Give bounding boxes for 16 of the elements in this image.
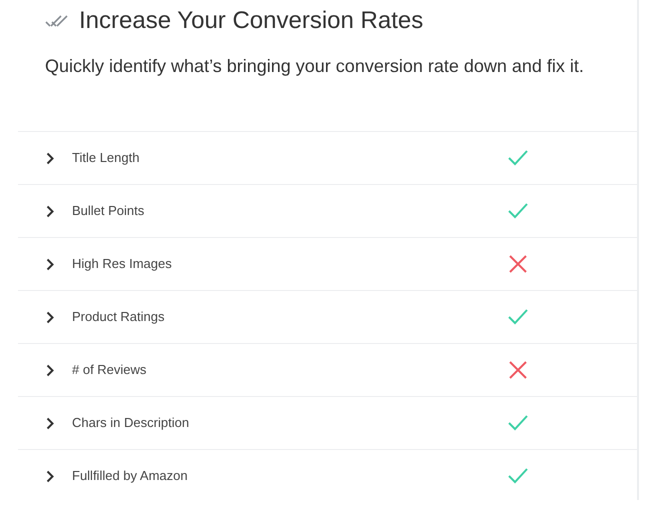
page-title: Increase Your Conversion Rates (79, 6, 424, 36)
chevron-icon[interactable] (46, 364, 54, 376)
chevron-icon[interactable] (46, 204, 54, 218)
chevron-icon[interactable] (46, 258, 54, 270)
chevron-icon[interactable] (46, 152, 54, 164)
check-label: Product Ratings (72, 308, 166, 326)
chevron-icon[interactable] (46, 310, 54, 324)
chevron-icon[interactable] (46, 416, 54, 430)
check-label: Bullet Points (72, 202, 146, 220)
check-label: High Res Images (72, 255, 173, 274)
chevron-icon[interactable] (46, 470, 54, 482)
check-label: Title Length (72, 149, 140, 168)
check-label: Chars in Description (72, 414, 190, 432)
check-label: Fullfilled by Amazon (72, 467, 189, 486)
check-label: # of Reviews (72, 361, 148, 380)
page-subtitle: Quickly identify what’s bringing your conversion rate down and fix it. (45, 55, 585, 78)
